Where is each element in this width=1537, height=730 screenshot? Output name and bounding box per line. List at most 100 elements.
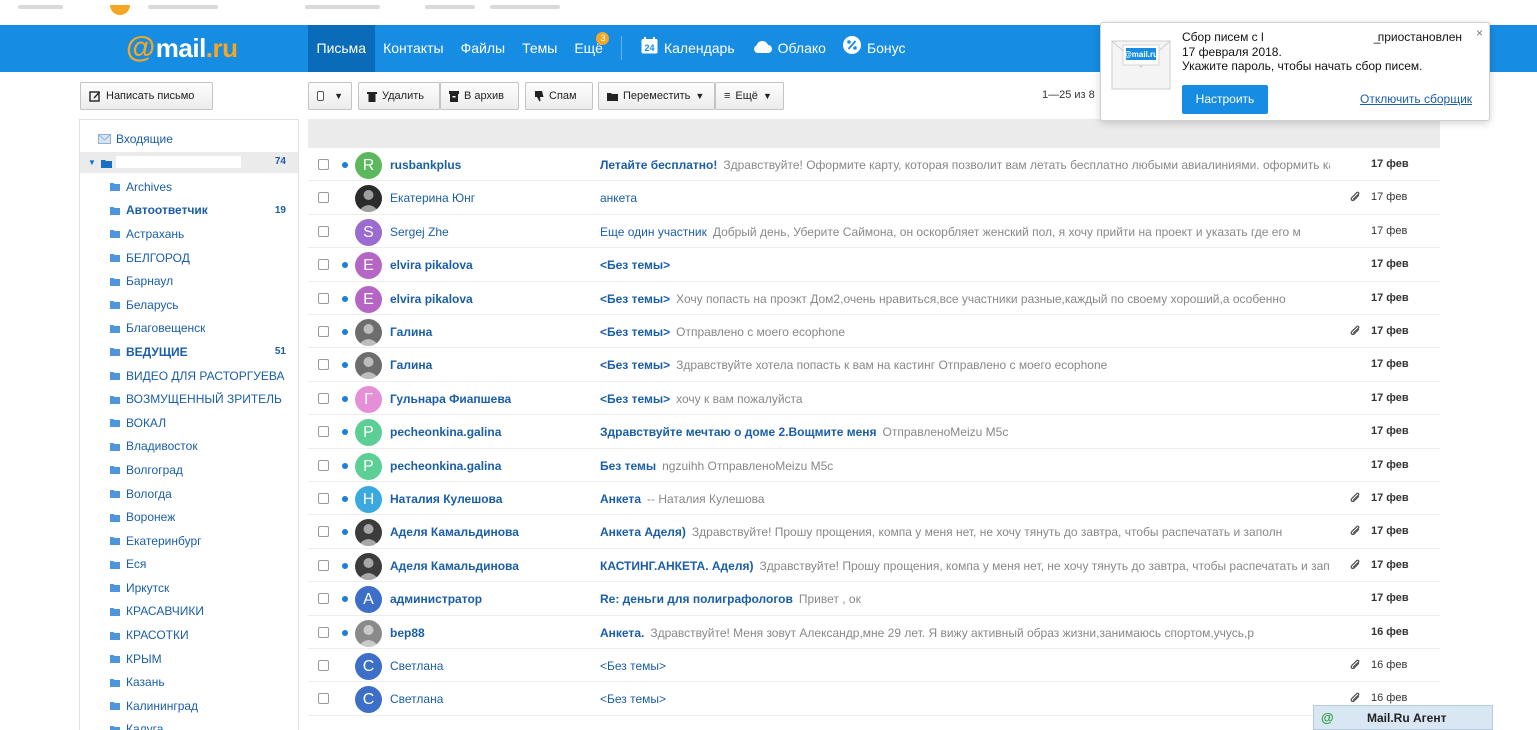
nav-tab-3[interactable]: Темы	[514, 25, 566, 72]
message-row[interactable]: Екатерина Юнг анкета 17 фев	[308, 181, 1440, 215]
message-checkbox[interactable]	[318, 259, 329, 271]
expand-triangle-icon[interactable]: ▼	[88, 158, 96, 167]
sidebar-folder[interactable]: Еся	[80, 553, 298, 577]
unread-dot-icon[interactable]	[342, 629, 348, 636]
sidebar-folder[interactable]: Вологда	[80, 482, 298, 506]
sidebar-folder[interactable]: Владивосток	[80, 435, 298, 459]
sidebar-folder[interactable]: Archives	[80, 175, 298, 199]
message-checkbox[interactable]	[318, 660, 329, 671]
sidebar-folder[interactable]: КРАСОТКИ	[80, 623, 298, 647]
folder-icon	[110, 300, 120, 310]
unread-dot-icon[interactable]	[342, 462, 348, 469]
sidebar-folder[interactable]: Екатеринбург	[80, 529, 298, 553]
message-row[interactable]: Аделя Камальдинова КАСТИНГ.АНКЕТА. Аделя)…	[308, 548, 1440, 583]
message-checkbox[interactable]	[318, 392, 329, 404]
folder-sidebar: Входящие ▼ 74 Archives Автоответчик 19 Астр…	[79, 119, 299, 730]
sidebar-folder[interactable]: Казань	[80, 670, 298, 694]
sidebar-folder[interactable]: ВОЗМУЩЕННЫЙ ЗРИТЕЛЬ	[80, 387, 298, 411]
message-checkbox[interactable]	[318, 559, 329, 571]
sidebar-folder[interactable]: Калининград	[80, 694, 298, 718]
notification-line1-c: приостановлен	[1377, 30, 1462, 44]
message-row[interactable]: Галина <Без темы> Отправлено с моего ecoph…	[308, 315, 1440, 349]
unread-dot-icon[interactable]	[342, 529, 348, 536]
sidebar-folder[interactable]: ВЕДУЩИЕ 51	[80, 340, 298, 364]
sidebar-folder[interactable]: Барнаул	[80, 269, 298, 293]
unread-dot-icon[interactable]	[342, 562, 348, 569]
unread-dot-icon[interactable]	[342, 362, 348, 369]
unread-dot-icon[interactable]	[342, 596, 348, 603]
message-subject-line: Здравствуйте мечтаю о доме 2.Вощмите мен…	[600, 425, 1330, 439]
mailru-logo[interactable]: @ mail .ru	[126, 31, 238, 64]
message-row[interactable]: Eelvira pikalova <Без темы> 17 фев	[308, 248, 1440, 282]
unread-dot-icon[interactable]	[342, 262, 348, 269]
nav-tab-2[interactable]: Файлы	[452, 25, 513, 72]
unread-dot-icon[interactable]	[342, 395, 348, 402]
message-row[interactable]: Галина <Без темы> Здравствуйте хотела попа…	[308, 348, 1440, 382]
sidebar-folder[interactable]: БЕЛГОРОД	[80, 246, 298, 270]
service-link-1[interactable]: Облако	[743, 25, 834, 72]
message-row[interactable]: Rrusbankplus Летайте бесплатно! Здравствуй…	[308, 148, 1440, 182]
sidebar-folder[interactable]: КРЫМ	[80, 647, 298, 671]
message-checkbox[interactable]	[318, 593, 329, 605]
delete-button[interactable]: Удалить	[358, 82, 440, 110]
unread-dot-icon[interactable]	[342, 429, 348, 436]
spam-button[interactable]: Спам	[525, 82, 593, 110]
sender-avatar: P	[355, 452, 382, 480]
message-checkbox[interactable]	[318, 693, 329, 705]
sidebar-folder[interactable]: Благовещенск	[80, 317, 298, 341]
message-checkbox[interactable]	[318, 526, 329, 538]
compose-button[interactable]: Написать письмо	[80, 82, 213, 110]
message-row[interactable]: Ppecheonkina.galina Без темы ngzuihh Отпра…	[308, 448, 1440, 482]
sidebar-folder[interactable]: КРАСАВЧИКИ	[80, 600, 298, 624]
message-row[interactable]: Г Гульнара Фиапшева <Без темы> хочу к вам п…	[308, 381, 1440, 416]
archive-button[interactable]: В архив	[440, 82, 519, 110]
message-row[interactable]: С Светлана <Без темы> 16 фев	[308, 682, 1440, 716]
sidebar-folder[interactable]: Калуга	[80, 718, 298, 730]
nav-tab-1[interactable]: Контакты	[375, 25, 452, 72]
message-checkbox[interactable]	[318, 426, 329, 438]
message-checkbox[interactable]	[318, 626, 329, 638]
message-checkbox[interactable]	[318, 225, 329, 237]
message-row[interactable]: С Светлана <Без темы> 16 фев	[308, 649, 1440, 683]
message-row[interactable]: Ppecheonkina.galina Здравствуйте мечтаю о…	[308, 415, 1440, 449]
nav-tab-0[interactable]: Письма	[308, 25, 375, 72]
mailru-agent-bar[interactable]: @ Mail.Ru Агент	[1313, 705, 1493, 730]
select-all-dropdown[interactable]: ▼	[308, 82, 352, 110]
message-row[interactable]: bep88 Анкета. Здравствуйте! Меня зовут Але…	[308, 615, 1440, 649]
sidebar-folder[interactable]: ВОКАЛ	[80, 411, 298, 435]
unread-dot-icon[interactable]	[342, 329, 348, 335]
service-link-0[interactable]: 24 Календарь	[632, 25, 743, 72]
sidebar-folder[interactable]: Воронеж	[80, 505, 298, 529]
message-checkbox[interactable]	[318, 192, 329, 204]
message-row[interactable]: Eelvira pikalova <Без темы> Хочу попасть н…	[308, 281, 1440, 315]
message-checkbox[interactable]	[318, 359, 329, 371]
message-row[interactable]: Aадминистратор Re: деньги для полиграфоло…	[308, 582, 1440, 616]
message-row[interactable]: Аделя Камальдинова Анкета Аделя) Здравству…	[308, 515, 1440, 549]
message-checkbox[interactable]	[318, 459, 329, 471]
setup-button[interactable]: Настроить	[1182, 85, 1268, 114]
folder-inbox[interactable]: Входящие	[98, 132, 173, 146]
more-dropdown[interactable]: ≡ Ещё ▼	[715, 82, 784, 110]
move-dropdown[interactable]: Переместить ▼	[598, 82, 715, 110]
message-row[interactable]: Н Наталия Кулешова Анкета -- Наталия Кулешо…	[308, 482, 1440, 516]
service-link-2[interactable]: Бонус	[834, 25, 914, 72]
close-icon[interactable]: ×	[1476, 26, 1483, 40]
sidebar-folder[interactable]: Волгоград	[80, 458, 298, 482]
sidebar-folder[interactable]: Беларусь	[80, 293, 298, 317]
message-checkbox[interactable]	[318, 493, 329, 504]
message-date: 17 фев	[1371, 191, 1408, 204]
unread-dot-icon[interactable]	[342, 162, 348, 168]
disable-collector-link[interactable]: Отключить сборщик	[1360, 92, 1472, 106]
message-checkbox[interactable]	[318, 292, 329, 304]
unread-dot-icon[interactable]	[342, 295, 348, 302]
message-row[interactable]: S Sergej Zhe Еще один участник Добрый день,…	[308, 214, 1440, 249]
sidebar-folder[interactable]: Астрахань	[80, 222, 298, 246]
sidebar-folder[interactable]: ВИДЕО ДЛЯ РАСТОРГУЕВА	[80, 364, 298, 388]
unread-dot-icon[interactable]	[342, 496, 348, 502]
message-checkbox[interactable]	[318, 326, 329, 337]
nav-tab-4[interactable]: Ещё 3	[566, 25, 612, 72]
sidebar-folder[interactable]: Автоответчик 19	[80, 199, 298, 223]
message-checkbox[interactable]	[318, 159, 329, 170]
account-folder-group[interactable]: ▼ 74	[80, 152, 298, 173]
sidebar-folder[interactable]: Иркутск	[80, 576, 298, 600]
